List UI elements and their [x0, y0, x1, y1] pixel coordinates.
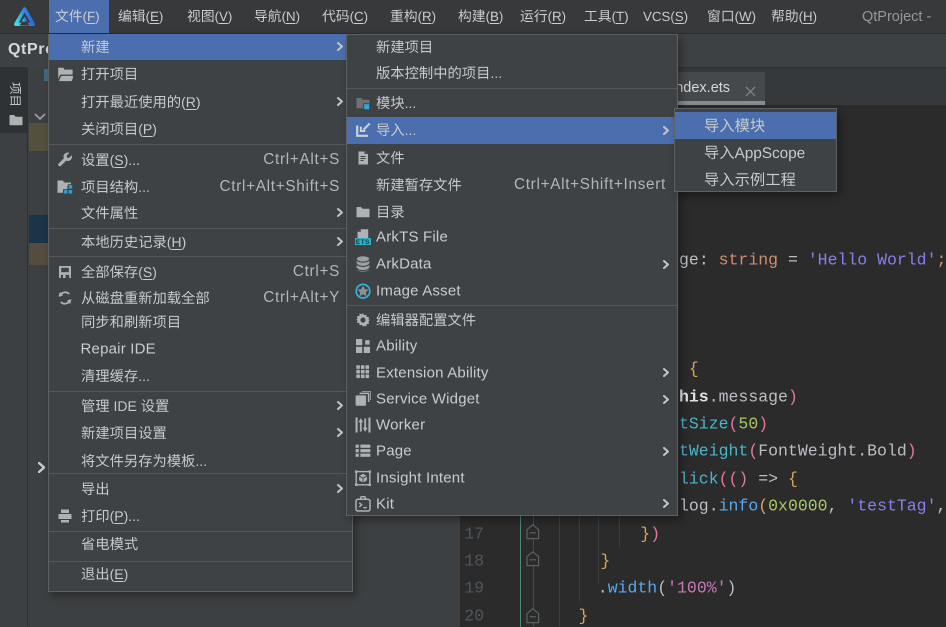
- svg-text:ETS: ETS: [355, 239, 369, 245]
